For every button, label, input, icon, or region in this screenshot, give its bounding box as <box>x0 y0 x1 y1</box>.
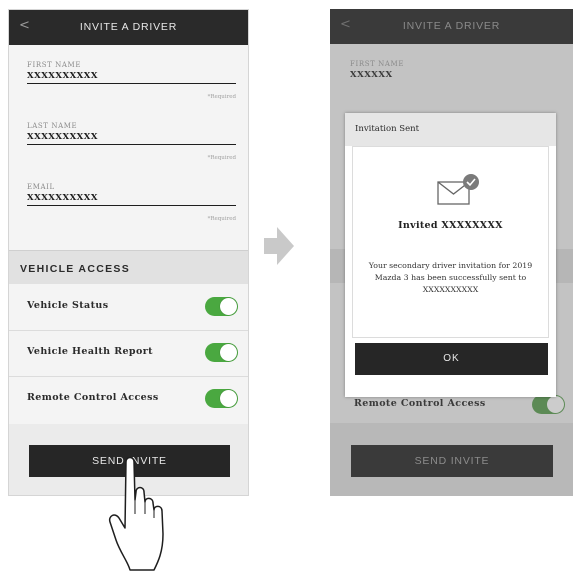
first-name-field: FIRST NAME XXXXXX <box>350 60 561 80</box>
top-bar: < INVITE A DRIVER <box>330 9 573 44</box>
last-name-field[interactable]: LAST NAME XXXXXXXXXX *Required <box>27 122 236 161</box>
remote-control-access-toggle <box>532 395 565 414</box>
invite-driver-screen: < INVITE A DRIVER FIRST NAME XXXXXXXXXX … <box>8 9 249 496</box>
first-name-value[interactable]: XXXXXXXXXX <box>27 71 236 81</box>
vehicle-status-toggle[interactable] <box>205 297 238 316</box>
toggle-knob <box>220 298 237 315</box>
last-name-required: *Required <box>207 155 236 161</box>
email-field[interactable]: EMAIL XXXXXXXXXX *Required <box>27 183 236 222</box>
vehicle-health-report-toggle[interactable] <box>205 343 238 362</box>
hand-pointer-icon <box>108 456 164 571</box>
toggle-knob <box>220 390 237 407</box>
last-name-value[interactable]: XXXXXXXXXX <box>27 132 236 142</box>
remote-control-access-label: Remote Control Access <box>354 398 486 409</box>
access-item-label: Vehicle Health Report <box>27 346 153 357</box>
first-name-label: FIRST NAME <box>350 60 405 68</box>
toggle-knob <box>220 344 237 361</box>
page-title: INVITE A DRIVER <box>402 20 501 32</box>
dialog-title: Invitation Sent <box>355 124 420 134</box>
dialog-body: Invited XXXXXXXX Your secondary driver i… <box>352 146 549 338</box>
invited-heading: Invited XXXXXXXX <box>398 220 503 231</box>
ok-button[interactable]: OK <box>355 343 548 375</box>
email-required: *Required <box>207 216 236 222</box>
dialog-title-bar: Invitation Sent <box>345 113 556 146</box>
access-list: Vehicle Status Vehicle Health Report Rem… <box>9 284 248 424</box>
email-label: EMAIL <box>27 183 55 191</box>
first-name-underline <box>27 83 236 84</box>
page-title: INVITE A DRIVER <box>79 21 178 33</box>
send-invite-button: SEND INVITE <box>351 445 553 477</box>
email-value[interactable]: XXXXXXXXXX <box>27 193 236 203</box>
vehicle-access-title: VEHICLE ACCESS <box>20 263 130 275</box>
first-name-required: *Required <box>207 94 236 100</box>
driver-form: FIRST NAME XXXXXXXXXX *Required LAST NAM… <box>9 45 248 250</box>
access-item-label: Vehicle Status <box>27 300 109 311</box>
email-underline <box>27 205 236 206</box>
remote-control-access-toggle[interactable] <box>205 389 238 408</box>
access-item-vehicle-status: Vehicle Status <box>9 284 248 331</box>
access-item-remote-control-access: Remote Control Access <box>9 376 248 422</box>
access-item-vehicle-health-report: Vehicle Health Report <box>9 330 248 377</box>
invitation-message: Your secondary driver invitation for 201… <box>365 260 536 296</box>
access-item-label: Remote Control Access <box>27 392 159 403</box>
vehicle-access-header: VEHICLE ACCESS <box>9 250 248 285</box>
top-bar: < INVITE A DRIVER <box>9 10 248 45</box>
toggle-knob <box>547 396 564 413</box>
invitation-sent-screen: < INVITE A DRIVER FIRST NAME XXXXXX Remo… <box>330 9 573 496</box>
envelope-check-icon <box>437 174 479 205</box>
last-name-label: LAST NAME <box>27 122 78 130</box>
first-name-field[interactable]: FIRST NAME XXXXXXXXXX *Required <box>27 61 236 100</box>
invitation-message-text: Your secondary driver invitation for 201… <box>368 261 533 282</box>
invitee-email: XXXXXXXXXX <box>422 285 479 294</box>
first-name-value: XXXXXX <box>350 70 393 80</box>
last-name-underline <box>27 144 236 145</box>
bottom-area-dimmed: SEND INVITE <box>330 423 573 496</box>
invitation-sent-dialog: Invitation Sent Invited XXXXXXXX Your se… <box>345 113 556 397</box>
next-step-arrow-icon <box>264 227 294 265</box>
first-name-label: FIRST NAME <box>27 61 82 69</box>
